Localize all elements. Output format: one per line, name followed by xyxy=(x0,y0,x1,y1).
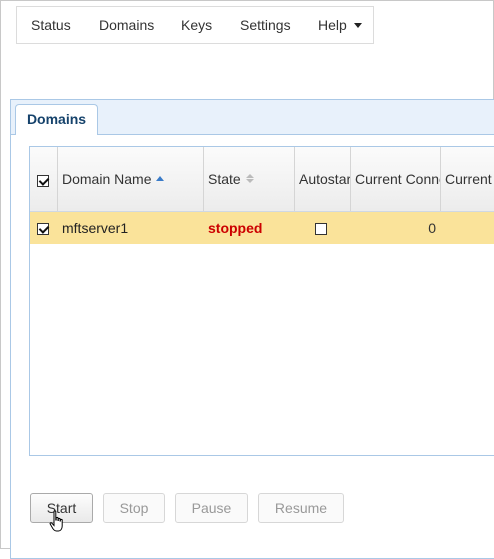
autostart-checkbox[interactable] xyxy=(315,223,327,235)
domain-name-cell: mftserver1 xyxy=(62,220,129,236)
col-current[interactable]: Current xyxy=(441,147,494,211)
col-state[interactable]: State xyxy=(204,147,295,211)
pause-button[interactable]: Pause xyxy=(175,493,248,523)
tab-domains[interactable]: Domains xyxy=(15,104,98,135)
select-all-checkbox[interactable] xyxy=(37,175,49,187)
grid-header: Domain Name State Autostart Current Conn… xyxy=(30,147,494,212)
state-cell: stopped xyxy=(208,220,263,236)
row-checkbox[interactable] xyxy=(37,223,49,235)
resume-button[interactable]: Resume xyxy=(258,493,344,523)
select-all-cell xyxy=(30,147,58,211)
nav-status[interactable]: Status xyxy=(31,17,71,33)
nav-domains[interactable]: Domains xyxy=(99,17,154,33)
nav-help-label: Help xyxy=(318,17,347,33)
top-nav: Status Domains Keys Settings Help xyxy=(16,6,374,44)
col-domain-name[interactable]: Domain Name xyxy=(58,147,204,211)
tab-strip: Domains xyxy=(11,100,494,135)
table-row[interactable]: mftserver1 stopped 0 xyxy=(30,212,494,244)
hand-cursor-icon xyxy=(49,510,63,532)
sort-ascending-icon xyxy=(156,175,165,181)
domains-grid: Domain Name State Autostart Current Conn… xyxy=(29,146,494,456)
col-current-connections[interactable]: Current Connections xyxy=(351,147,441,211)
current-cell xyxy=(441,212,494,244)
autostart-cell xyxy=(295,212,351,244)
nav-settings[interactable]: Settings xyxy=(240,17,291,33)
row-select-cell xyxy=(30,212,58,244)
nav-help[interactable]: Help xyxy=(318,17,362,33)
col-autostart[interactable]: Autostart xyxy=(295,147,351,211)
stop-button[interactable]: Stop xyxy=(103,493,165,523)
caret-down-icon xyxy=(353,22,362,28)
col-domain-name-label: Domain Name xyxy=(62,171,152,187)
col-state-label: State xyxy=(208,171,241,187)
nav-keys[interactable]: Keys xyxy=(181,17,212,33)
sortable-icon xyxy=(245,173,254,183)
current-connections-cell: 0 xyxy=(428,220,436,236)
